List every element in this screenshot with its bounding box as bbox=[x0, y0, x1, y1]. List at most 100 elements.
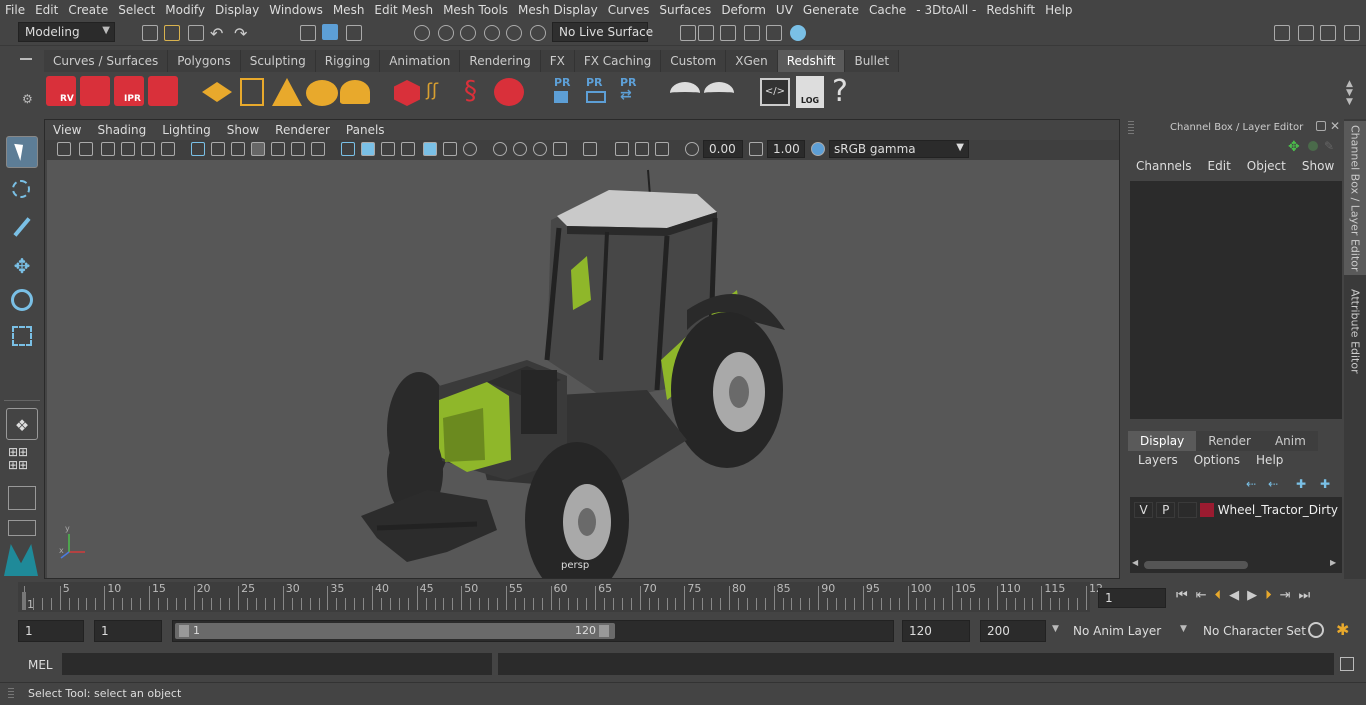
mode-dropdown[interactable]: Modeling ▼ bbox=[18, 22, 115, 42]
layers-menu[interactable]: Layers bbox=[1130, 453, 1186, 467]
textured-icon[interactable] bbox=[423, 142, 437, 156]
tab-display[interactable]: Display bbox=[1128, 431, 1197, 451]
current-time-indicator[interactable] bbox=[22, 592, 26, 610]
channels-menu[interactable]: Channels bbox=[1132, 159, 1200, 173]
backface-cull-icon[interactable] bbox=[655, 142, 669, 156]
menu-uv[interactable]: UV bbox=[771, 3, 798, 17]
xray-joints-icon[interactable] bbox=[615, 142, 629, 156]
isolate-select-icon[interactable] bbox=[583, 142, 597, 156]
new-scene-icon[interactable] bbox=[142, 25, 158, 41]
color-management-icon[interactable] bbox=[811, 142, 825, 156]
menu-edit-mesh[interactable]: Edit Mesh bbox=[369, 3, 438, 17]
ambient-occlusion-icon[interactable] bbox=[493, 142, 507, 156]
shelf-menu-icon[interactable] bbox=[20, 58, 32, 60]
channel-list[interactable] bbox=[1130, 181, 1342, 419]
move-layer-up-icon[interactable]: ⇠ bbox=[1246, 477, 1256, 491]
select-hierarchy-icon[interactable] bbox=[300, 25, 316, 41]
smooth-shade-icon[interactable] bbox=[361, 142, 375, 156]
layer-playback-toggle[interactable]: P bbox=[1156, 502, 1176, 518]
shelf-tab-custom[interactable]: Custom bbox=[661, 50, 727, 72]
options-menu[interactable]: Options bbox=[1186, 453, 1248, 467]
modeling-toolkit-icon[interactable] bbox=[1344, 25, 1360, 41]
preferences-icon[interactable]: ✱ bbox=[1336, 620, 1349, 639]
render-frame-icon[interactable] bbox=[720, 25, 736, 41]
shelf-tab-animation[interactable]: Animation bbox=[380, 50, 461, 72]
shelf-tab-fx[interactable]: FX bbox=[540, 50, 575, 72]
edit-menu[interactable]: Edit bbox=[1200, 159, 1239, 173]
menu-surfaces[interactable]: Surfaces bbox=[654, 3, 716, 17]
panel-menu-renderer[interactable]: Renderer bbox=[267, 123, 338, 137]
menu-generate[interactable]: Generate bbox=[798, 3, 864, 17]
step-back-frame-icon[interactable]: ⏴ bbox=[1215, 588, 1222, 603]
four-view-layout-icon[interactable]: ⊞⊞ ⊞⊞ bbox=[8, 446, 36, 474]
wireframe-on-shaded-icon[interactable] bbox=[381, 142, 395, 156]
tab-render[interactable]: Render bbox=[1196, 431, 1263, 451]
toggle-panels-icon[interactable] bbox=[1298, 25, 1314, 41]
menu-modify[interactable]: Modify bbox=[160, 3, 210, 17]
hyper-icon[interactable]: ✎ bbox=[1324, 139, 1334, 153]
menu-3dtoall[interactable]: - 3DtoAll - bbox=[911, 3, 981, 17]
mel-input[interactable] bbox=[62, 653, 492, 675]
outliner-layout-icon[interactable] bbox=[8, 486, 36, 510]
panel-grip-icon[interactable] bbox=[1128, 121, 1134, 135]
panel-menu-view[interactable]: View bbox=[45, 123, 89, 137]
rs-material-icon[interactable] bbox=[494, 78, 524, 106]
object-menu[interactable]: Object bbox=[1239, 159, 1294, 173]
motion-blur-icon[interactable] bbox=[513, 142, 527, 156]
scroll-left-icon[interactable]: ◀ bbox=[1132, 558, 1138, 567]
shelf-tab-xgen[interactable]: XGen bbox=[726, 50, 778, 72]
shelf-tab-sculpting[interactable]: Sculpting bbox=[240, 50, 316, 72]
shelf-tab-rendering[interactable]: Rendering bbox=[460, 50, 541, 72]
step-forward-key-icon[interactable]: ⏵ bbox=[1265, 588, 1272, 603]
rotate-tool-icon[interactable] bbox=[6, 284, 38, 316]
float-panel-icon[interactable] bbox=[1316, 121, 1326, 131]
shelf-tab-rigging[interactable]: Rigging bbox=[315, 50, 381, 72]
panel-menu-lighting[interactable]: Lighting bbox=[154, 123, 219, 137]
panel-menu-panels[interactable]: Panels bbox=[338, 123, 393, 137]
snap-grid-icon[interactable] bbox=[414, 25, 430, 41]
menu-mesh-tools[interactable]: Mesh Tools bbox=[438, 3, 513, 17]
step-back-key-icon[interactable]: ⇤ bbox=[1196, 588, 1207, 603]
script-editor-icon[interactable]: </> bbox=[760, 78, 790, 106]
rs-spot-light-icon[interactable] bbox=[272, 78, 302, 106]
pr-export-icon[interactable]: PR bbox=[586, 76, 606, 103]
go-to-end-icon[interactable]: ⏭ bbox=[1299, 588, 1311, 603]
rs-portal-light-icon[interactable] bbox=[240, 78, 264, 106]
history-icon[interactable] bbox=[680, 25, 696, 41]
film-gate-2-icon[interactable] bbox=[211, 142, 225, 156]
menu-windows[interactable]: Windows bbox=[264, 3, 328, 17]
perspective-viewport[interactable]: x y persp bbox=[47, 160, 1119, 578]
snap-curve-icon[interactable] bbox=[438, 25, 454, 41]
anim-layer-dropdown[interactable]: No Anim Layer bbox=[1066, 620, 1178, 642]
tab-anim[interactable]: Anim bbox=[1262, 431, 1318, 451]
layer-row[interactable]: V P Wheel_Tractor_Dirty bbox=[1134, 501, 1338, 519]
go-to-start-icon[interactable]: ⏮ bbox=[1176, 588, 1188, 603]
rs-render-sequence-icon[interactable] bbox=[80, 76, 110, 106]
ipr-render-icon[interactable] bbox=[744, 25, 760, 41]
select-object-icon[interactable] bbox=[322, 24, 338, 40]
film-gate-icon[interactable] bbox=[141, 142, 155, 156]
rs-proxy-icon[interactable] bbox=[394, 80, 420, 106]
render-view-icon[interactable] bbox=[698, 25, 714, 41]
rs-ipr-icon[interactable]: IPR bbox=[114, 76, 144, 106]
undo-icon[interactable]: ↶ bbox=[210, 24, 223, 43]
time-slider[interactable]: 1 5 10 15 20 25 30 35 40 45 50 55 60 65 70 75 80 85 90 95 10… bbox=[18, 582, 1103, 612]
camera-icon[interactable] bbox=[57, 142, 71, 156]
save-scene-icon[interactable] bbox=[188, 25, 204, 41]
layer-scrollbar[interactable]: ◀ ▶ bbox=[1130, 558, 1342, 571]
start-time-field[interactable]: 1 bbox=[18, 620, 84, 642]
wireframe-icon[interactable] bbox=[341, 142, 355, 156]
bake-icon-1[interactable] bbox=[670, 82, 700, 104]
range-end-grip[interactable] bbox=[599, 625, 609, 637]
shelf-tab-polygons[interactable]: Polygons bbox=[168, 50, 241, 72]
graph-layout-icon[interactable] bbox=[8, 520, 36, 536]
shelf-scroll-arrows-icon[interactable]: ▲ ▼ ▼ bbox=[1346, 80, 1353, 107]
layer-display-type[interactable] bbox=[1178, 502, 1198, 518]
single-perspective-layout-icon[interactable]: ❖ bbox=[6, 408, 38, 440]
menu-redshift[interactable]: Redshift bbox=[981, 3, 1040, 17]
range-slider-handle[interactable]: 1 120 bbox=[175, 623, 615, 639]
mel-label[interactable]: MEL bbox=[28, 658, 53, 672]
open-scene-icon[interactable] bbox=[164, 25, 180, 41]
layer-color-swatch[interactable] bbox=[1200, 503, 1214, 517]
layer-visibility-toggle[interactable]: V bbox=[1134, 502, 1154, 518]
